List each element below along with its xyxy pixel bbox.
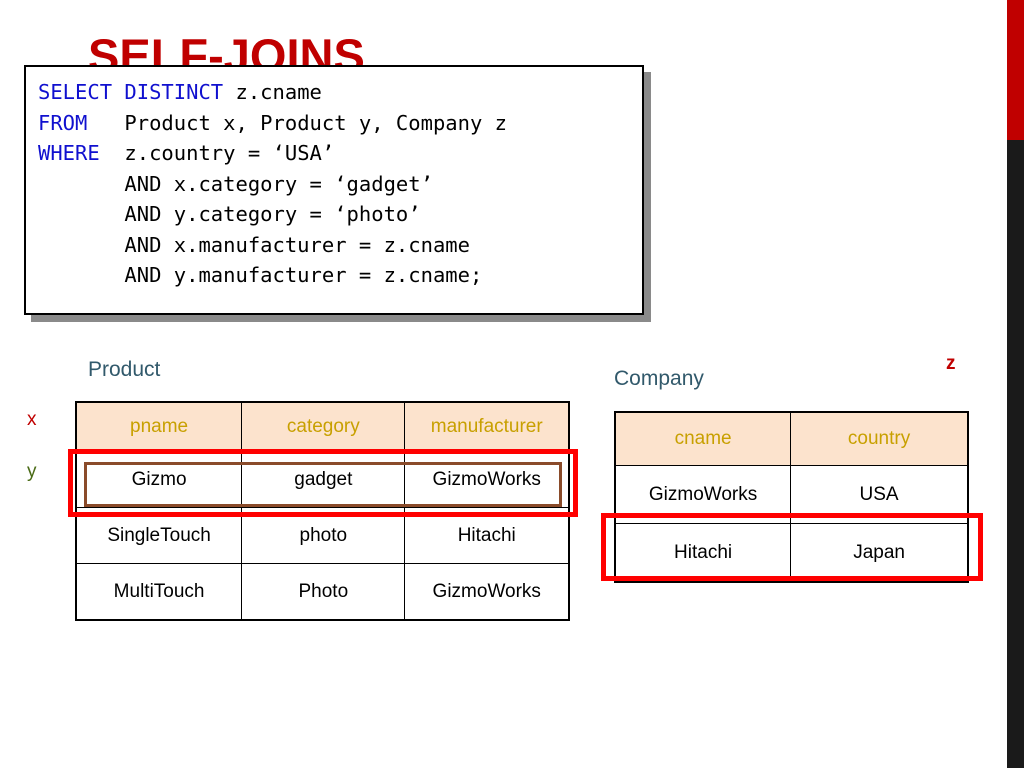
- cell: Photo: [241, 563, 406, 621]
- cell: SingleTouch: [75, 507, 243, 564]
- product-table: pname category manufacturer Gizmo gadget…: [75, 401, 570, 621]
- cell: GizmoWorks: [614, 465, 792, 524]
- product-table-caption: Product: [88, 358, 161, 381]
- cell: GizmoWorks: [404, 451, 570, 508]
- sql-code-text: SELECT DISTINCT z.cname FROM Product x, P…: [38, 77, 507, 291]
- sql-code-line: SELECT DISTINCT z.cname: [38, 77, 507, 108]
- cell: Japan: [790, 523, 969, 583]
- alias-label-y: y: [27, 461, 37, 482]
- column-header-pname: pname: [75, 401, 243, 452]
- sql-keyword: FROM: [38, 110, 88, 135]
- sql-code-line: AND y.category = ‘photo’: [38, 199, 507, 230]
- table-header-row: pname category manufacturer: [75, 401, 570, 452]
- column-header-manufacturer: manufacturer: [404, 401, 570, 452]
- table-row: Gizmo gadget GizmoWorks: [75, 451, 570, 508]
- sql-text: z.cname: [223, 80, 322, 104]
- sql-code-line: FROM Product x, Product y, Company z: [38, 108, 507, 139]
- column-header-category: category: [241, 401, 406, 452]
- sql-text: Product x, Product y, Company z: [87, 110, 508, 135]
- company-table-caption: Company: [614, 367, 704, 390]
- sql-code-line: AND x.manufacturer = z.cname: [38, 230, 507, 261]
- sql-text: AND y.category = ‘photo’: [38, 202, 421, 226]
- table-header-row: cname country: [614, 411, 969, 466]
- table-row: GizmoWorks USA: [614, 465, 969, 524]
- cell: MultiTouch: [75, 563, 243, 621]
- cell: Hitachi: [614, 523, 792, 583]
- column-header-country: country: [790, 411, 969, 466]
- edge-bar-dark: [1007, 140, 1024, 768]
- sql-keyword: WHERE: [38, 141, 100, 165]
- alias-label-z: z: [946, 353, 956, 374]
- cell: USA: [790, 465, 969, 524]
- sql-code-line: AND y.manufacturer = z.cname;: [38, 260, 507, 291]
- sql-text: z.country = ‘USA’: [99, 141, 335, 165]
- sql-code-line: WHERE z.country = ‘USA’: [38, 138, 507, 169]
- cell: Hitachi: [404, 507, 570, 564]
- sql-code-box: SELECT DISTINCT z.cname FROM Product x, P…: [24, 65, 644, 315]
- sql-text: AND x.category = ‘gadget’: [38, 171, 433, 196]
- alias-label-x: x: [27, 409, 37, 430]
- cell: photo: [241, 507, 406, 564]
- cell: gadget: [241, 451, 406, 508]
- sql-text: AND y.manufacturer = z.cname;: [38, 263, 483, 287]
- edge-bar-red: [1007, 0, 1024, 140]
- sql-text: AND x.manufacturer = z.cname: [38, 232, 470, 257]
- cell: GizmoWorks: [404, 563, 570, 621]
- column-header-cname: cname: [614, 411, 792, 466]
- company-table: cname country GizmoWorks USA Hitachi Jap…: [614, 411, 969, 583]
- table-row: MultiTouch Photo GizmoWorks: [75, 563, 570, 621]
- table-row: Hitachi Japan: [614, 523, 969, 583]
- table-row: SingleTouch photo Hitachi: [75, 507, 570, 564]
- sql-code-line: AND x.category = ‘gadget’: [38, 169, 507, 200]
- sql-keyword: SELECT DISTINCT: [38, 80, 224, 104]
- cell: Gizmo: [75, 451, 243, 508]
